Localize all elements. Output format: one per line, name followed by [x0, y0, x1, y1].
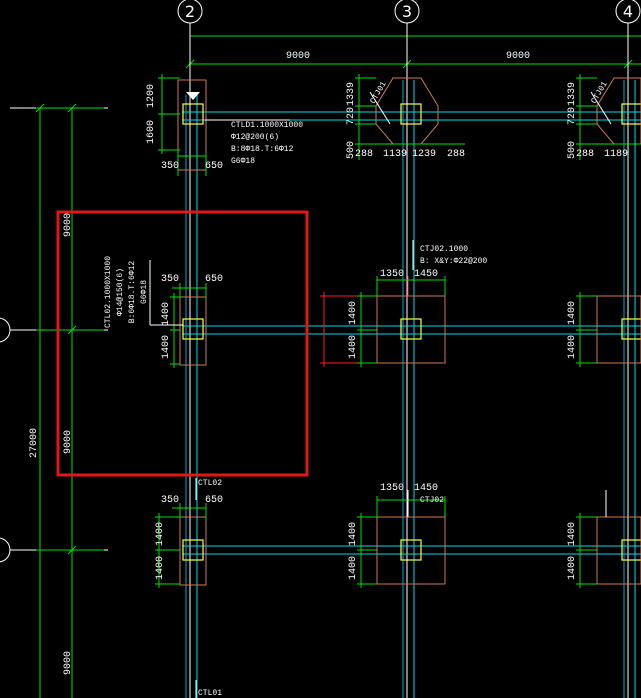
column-3a[interactable]	[400, 103, 422, 125]
beams	[182, 80, 641, 698]
ctj01-4-dim-1339: 1339	[567, 82, 578, 106]
span-dim-3-4: 9000	[506, 51, 530, 62]
row-c-dim-350: 350	[161, 495, 179, 506]
ctj02-4-dim-1400-bottom: 1400	[567, 335, 578, 359]
axis-label-3: 3	[402, 2, 412, 21]
column-3c[interactable]	[400, 539, 422, 561]
axis-bubble-left-b[interactable]	[0, 317, 11, 343]
ctld1-line-3: G6Φ18	[231, 157, 255, 166]
span-dim-left-a: 9000	[63, 213, 74, 237]
ctl02-dim-350: 350	[161, 274, 179, 285]
ctj02-4-dim-1400-top: 1400	[567, 301, 578, 325]
ctld1-line-2: B:8Φ18.T:6Φ12	[231, 145, 294, 154]
foundation-ctj02-4b[interactable]	[596, 295, 641, 364]
row-c-right-1400-bottom: 1400	[567, 556, 578, 580]
row-c-dim-1350: 1350	[380, 483, 404, 494]
ctl02-dim-1400-top: 1400	[161, 302, 172, 326]
ctj02-dim-1450: 1450	[414, 269, 438, 280]
ctj01-dim-1139: 1139	[383, 149, 407, 160]
column-3b[interactable]	[400, 318, 422, 340]
row-c-left-label: CTL02	[198, 479, 222, 488]
total-dim-27000: 27000	[29, 428, 40, 458]
row-c-annotations: CTL02 350 650 1400 1400 1350 1450 CTJ02 …	[155, 478, 607, 698]
top-dimension-chain: 9000 9000	[185, 26, 641, 70]
row-c-mid-1400-bottom: 1400	[348, 556, 359, 580]
ctj01-dim-288-right: 288	[447, 149, 465, 160]
ctl02-line-1: Φ14@150(6)	[116, 268, 125, 316]
column-4c[interactable]	[621, 539, 641, 561]
row-c-mid-1400-top: 1400	[348, 522, 359, 546]
ctj01-dim-1339: 1339	[346, 82, 357, 106]
ctj01-4-dim-720: 720	[567, 107, 578, 125]
ctj01-4-label: CTJ01	[590, 80, 610, 105]
ctld1-line-1: Φ12@200(6)	[231, 133, 279, 142]
cad-drawing-canvas[interactable]: 2 3 4 9000 9000 27000 9000 9000 9000 120…	[0, 0, 641, 698]
ctl02-line-2: B:6Φ18.T:6Φ12	[128, 261, 137, 324]
row-c-mid-label: CTJ02	[420, 496, 444, 505]
ctj01-dim-1239: 1239	[412, 149, 436, 160]
ctld1-label: CTLD1.1000X1000	[231, 121, 303, 130]
ctj01-dim-720: 720	[346, 107, 357, 125]
axis-label-4: 4	[623, 2, 633, 21]
ctld1-dim-1600: 1600	[146, 120, 157, 144]
ctld1-dim-650: 650	[205, 161, 223, 172]
ctld1-dim-350: 350	[161, 161, 179, 172]
ctj02-dim-1400-top: 1400	[348, 301, 359, 325]
axis-bubble-left-c[interactable]	[0, 537, 11, 563]
ctj02-rebar: B: X&Y:Φ22@200	[420, 257, 487, 266]
selection-rectangle[interactable]	[56, 210, 309, 477]
span-dim-left-b: 9000	[63, 430, 74, 454]
axis-bubbles-top: 2 3 4	[177, 0, 641, 24]
ctj02-label: CTJ02.1000	[420, 245, 468, 254]
ctj02-dim-1400-bottom: 1400	[348, 335, 359, 359]
columns	[182, 103, 641, 561]
foundation-ctl02-2b[interactable]	[179, 296, 207, 366]
ctl02-line-3: G6Φ18	[140, 280, 149, 304]
axis-label-2: 2	[185, 2, 195, 21]
span-dim-2-3: 9000	[286, 51, 310, 62]
span-dim-left-c: 9000	[63, 651, 74, 675]
ctl02-label: CTL02.1000X1000	[104, 256, 113, 328]
ctj01-dim-288-left: 288	[355, 149, 373, 160]
left-dimension-chain: 27000 9000 9000 9000	[29, 103, 104, 698]
row-c-bottom-label: CTL01	[198, 689, 222, 698]
ctl02-dim-650: 650	[205, 274, 223, 285]
column-4b[interactable]	[621, 318, 641, 340]
ctj02-dim-1350: 1350	[380, 269, 404, 280]
row-c-dim-1450: 1450	[414, 483, 438, 494]
foundation-ctj02-3c[interactable]	[376, 516, 446, 585]
foundation-ctl02-2c[interactable]	[179, 516, 207, 586]
axis-bubbles-left	[0, 107, 108, 563]
ctld1-dim-1200: 1200	[146, 84, 157, 108]
foundation-ctj02-4c[interactable]	[596, 516, 641, 585]
ctj01-4-dim-288: 288	[576, 149, 594, 160]
ctld1-marker-icon	[186, 92, 200, 100]
column-4a[interactable]	[621, 103, 641, 125]
ctj01-4-dim-1189: 1189	[604, 149, 628, 160]
ctl02-dim-1400-bottom: 1400	[161, 335, 172, 359]
row-c-left-1400-top: 1400	[155, 522, 166, 546]
foundation-ctj02-3b[interactable]	[376, 295, 446, 364]
row-c-left-1400-bottom: 1400	[155, 556, 166, 580]
ctl02-annotation: 350 650 1400 1400 CTL02.1000X1000 Φ14@15…	[104, 256, 223, 368]
ctld1-annotation: 1200 1600 350 650 CTLD1.1000X1000 Φ12@20…	[146, 74, 303, 176]
ctj01-label: CTJ01	[369, 80, 389, 105]
row-c-right-1400-top: 1400	[567, 522, 578, 546]
row-c-dim-650: 650	[205, 495, 223, 506]
ctj02-annotation: CTJ02.1000 B: X&Y:Φ22@200 1350 1450 1400…	[320, 240, 597, 367]
